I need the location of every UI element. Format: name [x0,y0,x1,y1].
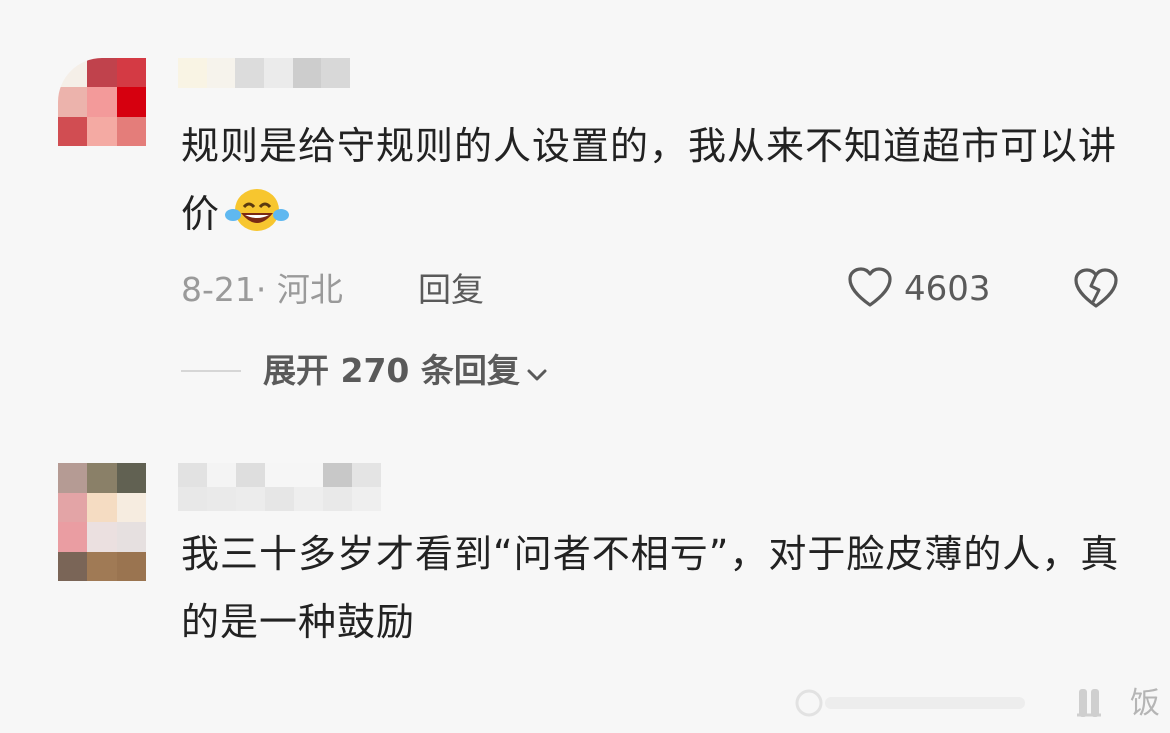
like-button[interactable]: 4603 [846,264,991,314]
avatar[interactable] [58,58,146,146]
comment-meta: 8-21· 河北 [181,270,343,309]
username-blurred[interactable] [178,58,350,88]
dislike-button[interactable] [1073,266,1119,314]
expand-replies-button[interactable]: 展开 270 条回复 [263,346,548,396]
broken-heart-icon[interactable] [1073,268,1119,314]
comment-text: 规则是给守规则的人设置的，我从来不知道超市可以讲价 [181,112,1121,256]
expand-divider [181,370,241,372]
expand-replies-label: 展开 270 条回复 [263,351,520,390]
heart-outline-icon[interactable] [846,265,894,313]
avatar[interactable] [58,463,146,581]
reply-button[interactable]: 回复 [418,266,484,314]
chevron-down-icon [526,346,548,396]
watermark-logo [795,685,1130,721]
watermark-text: 饭 [1130,686,1160,721]
laughing-crying-emoji-icon [224,185,290,256]
comment-text: 我三十多岁才看到“问者不相亏”，对于脸皮薄的人，真的是一种鼓励 [181,532,1120,644]
username-blurred[interactable] [178,463,410,511]
like-count: 4603 [904,269,991,309]
